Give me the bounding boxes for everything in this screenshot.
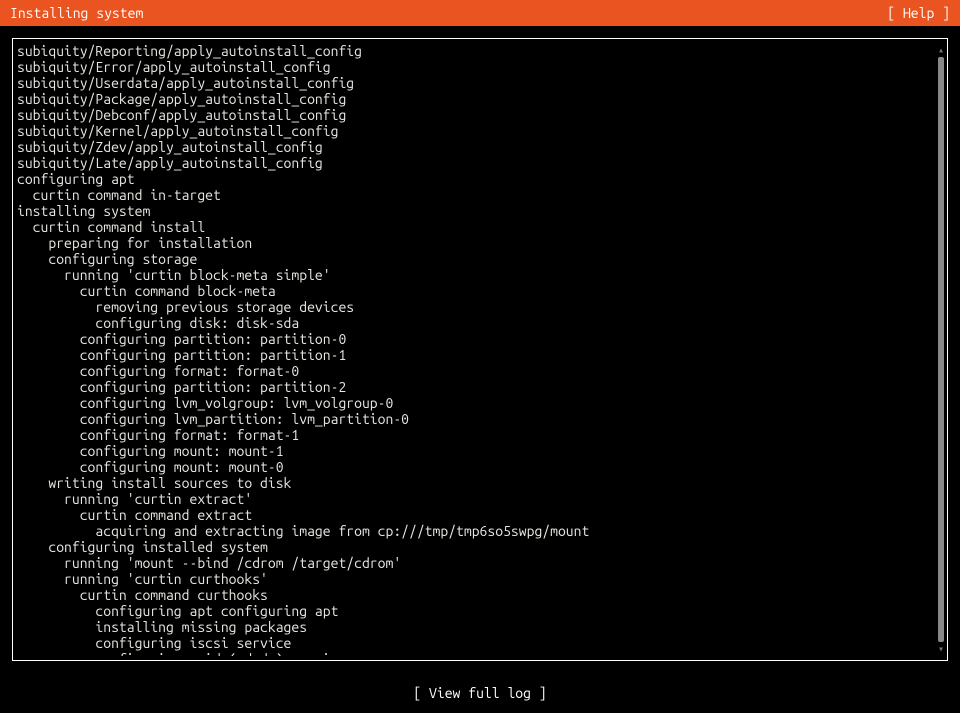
scroll-up-icon[interactable]: ▴ xyxy=(937,45,945,55)
log-content: subiquity/Reporting/apply_autoinstall_co… xyxy=(17,43,941,656)
titlebar: Installing system [ Help ] xyxy=(0,0,960,26)
installer-screen: Installing system [ Help ] subiquity/Rep… xyxy=(0,0,960,713)
log-box: subiquity/Reporting/apply_autoinstall_co… xyxy=(12,38,948,661)
log-area: subiquity/Reporting/apply_autoinstall_co… xyxy=(0,26,960,673)
page-title: Installing system xyxy=(10,5,143,21)
view-full-log-button[interactable]: [ View full log ] xyxy=(413,685,546,701)
scrollbar-thumb[interactable] xyxy=(938,57,944,642)
footer: [ View full log ] xyxy=(0,673,960,713)
help-button[interactable]: [ Help ] xyxy=(887,5,950,21)
scroll-down-icon[interactable]: ▾ xyxy=(937,644,945,654)
scrollbar[interactable]: ▴ ▾ xyxy=(937,45,945,654)
